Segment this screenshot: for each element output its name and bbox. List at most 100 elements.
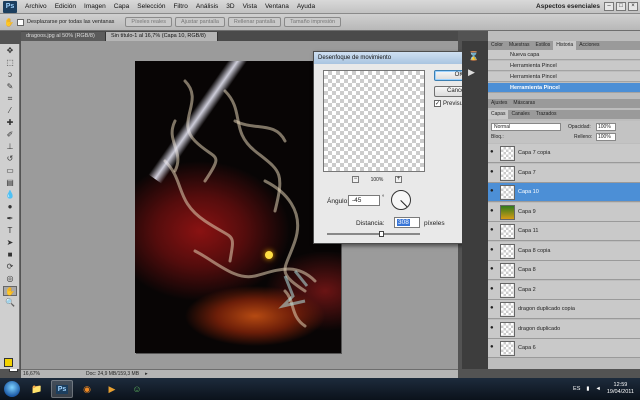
- menu-filtro[interactable]: Filtro: [169, 3, 191, 10]
- lasso-tool-icon[interactable]: ↄ: [3, 70, 17, 80]
- volume-icon[interactable]: ◄: [595, 386, 600, 392]
- actions-panel-icon[interactable]: ▶: [468, 67, 475, 78]
- move-tool-icon[interactable]: ✥: [3, 46, 17, 56]
- tab-color[interactable]: Color: [488, 41, 506, 50]
- type-tool-icon[interactable]: T: [3, 226, 17, 236]
- angle-dial[interactable]: [391, 190, 411, 210]
- zoom-out-button[interactable]: −: [352, 176, 359, 183]
- visibility-eye-icon[interactable]: ●: [490, 325, 498, 333]
- tab-ajustes[interactable]: Ajustes: [488, 99, 510, 108]
- media-player-icon[interactable]: ▶: [101, 380, 123, 398]
- visibility-eye-icon[interactable]: ●: [490, 227, 498, 235]
- visibility-eye-icon[interactable]: ●: [490, 247, 498, 255]
- layer-row[interactable]: ● dragon duplicado copia: [488, 300, 640, 320]
- actual-pixels-button[interactable]: Píxeles reales: [125, 17, 172, 27]
- pen-tool-icon[interactable]: ✒: [3, 214, 17, 224]
- menu-3d[interactable]: 3D: [222, 3, 238, 10]
- layer-row[interactable]: ● dragon duplicado: [488, 319, 640, 339]
- distance-slider-track[interactable]: [327, 233, 420, 235]
- visibility-eye-icon[interactable]: ●: [490, 149, 498, 157]
- 3d-camera-tool-icon[interactable]: ◎: [3, 274, 17, 284]
- menu-vista[interactable]: Vista: [239, 3, 261, 10]
- eyedropper-tool-icon[interactable]: ⁄: [3, 106, 17, 116]
- chat-icon[interactable]: ☺: [126, 380, 148, 398]
- layer-row[interactable]: ● Capa 6: [488, 339, 640, 359]
- menu-archivo[interactable]: Archivo: [21, 3, 51, 10]
- menu-ventana[interactable]: Ventana: [261, 3, 293, 10]
- blur-tool-icon[interactable]: 💧: [3, 190, 17, 200]
- path-select-tool-icon[interactable]: ➤: [3, 238, 17, 248]
- marquee-tool-icon[interactable]: ⬚: [3, 58, 17, 68]
- tab-historia[interactable]: Historia: [553, 41, 577, 50]
- layer-row[interactable]: ● Capa 2: [488, 280, 640, 300]
- scroll-all-windows-checkbox[interactable]: [16, 18, 24, 26]
- network-icon[interactable]: ▮: [586, 386, 589, 392]
- fill-screen-button[interactable]: Rellenar pantalla: [227, 17, 282, 27]
- document-canvas[interactable]: [135, 61, 341, 353]
- clock[interactable]: 12:59 19/04/2011: [607, 382, 634, 396]
- menu-ayuda[interactable]: Ayuda: [293, 3, 319, 10]
- zoom-in-button[interactable]: +: [394, 176, 402, 183]
- tab-muestras[interactable]: Muestras: [506, 41, 533, 50]
- layer-row[interactable]: ● Capa 8: [488, 261, 640, 281]
- crop-tool-icon[interactable]: ⌗: [3, 94, 17, 104]
- filter-preview[interactable]: [323, 70, 425, 172]
- firefox-icon[interactable]: ◉: [76, 380, 98, 398]
- preview-checkbox[interactable]: ✓: [434, 100, 441, 107]
- language-indicator[interactable]: ES: [573, 386, 580, 392]
- menu-analisis[interactable]: Análisis: [192, 3, 222, 10]
- quick-select-tool-icon[interactable]: ✎: [3, 82, 17, 92]
- history-item[interactable]: Nueva capa: [488, 50, 640, 60]
- print-size-button[interactable]: Tamaño impresión: [284, 17, 342, 27]
- explorer-icon[interactable]: 📁: [26, 380, 48, 398]
- fit-screen-button[interactable]: Ajustar pantalla: [174, 17, 225, 27]
- tab-trazados[interactable]: Trazados: [533, 110, 560, 119]
- angle-input[interactable]: -45: [348, 195, 380, 206]
- 3d-rotate-tool-icon[interactable]: ⟳: [3, 262, 17, 272]
- visibility-eye-icon[interactable]: ●: [490, 188, 498, 196]
- brush-tool-icon[interactable]: ✐: [3, 130, 17, 140]
- layer-row[interactable]: ● Capa 10: [488, 183, 640, 203]
- visibility-eye-icon[interactable]: ●: [490, 266, 498, 274]
- zoom-level[interactable]: 16,67%: [23, 371, 40, 377]
- zoom-tool-icon[interactable]: 🔍: [3, 298, 17, 308]
- layer-row[interactable]: ● Capa 11: [488, 222, 640, 242]
- status-arrow-icon[interactable]: ▸: [145, 371, 148, 377]
- start-button[interactable]: [4, 381, 20, 397]
- tab-dragoos[interactable]: dragoos.jpg al 50% (RGB/8): [21, 32, 106, 41]
- dodge-tool-icon[interactable]: ●: [3, 202, 17, 212]
- clone-stamp-tool-icon[interactable]: ⊥: [3, 142, 17, 152]
- distance-input[interactable]: 308: [394, 217, 420, 228]
- history-brush-tool-icon[interactable]: ↺: [3, 154, 17, 164]
- tab-canales[interactable]: Canales: [508, 110, 532, 119]
- history-item-current[interactable]: Herramienta Pincel: [488, 83, 640, 93]
- visibility-eye-icon[interactable]: ●: [490, 208, 498, 216]
- opacity-input[interactable]: 100%: [596, 123, 616, 131]
- tab-estilos[interactable]: Estilos: [533, 41, 554, 50]
- hand-tool-icon[interactable]: ✋: [3, 286, 17, 296]
- history-item[interactable]: Herramienta Pincel: [488, 61, 640, 71]
- healing-tool-icon[interactable]: ✚: [3, 118, 17, 128]
- minimize-button[interactable]: –: [604, 2, 614, 11]
- tab-acciones[interactable]: Acciones: [576, 41, 602, 50]
- photoshop-taskbar-icon[interactable]: Ps: [51, 380, 73, 398]
- gradient-tool-icon[interactable]: ▤: [3, 178, 17, 188]
- hand-tool-icon[interactable]: ✋: [4, 18, 14, 27]
- history-panel-icon[interactable]: ⌛: [468, 51, 479, 62]
- shape-tool-icon[interactable]: ■: [3, 250, 17, 260]
- workspace-switcher[interactable]: Aspectos esenciales: [536, 3, 604, 10]
- layer-row[interactable]: ● Capa 9: [488, 202, 640, 222]
- menu-edicion[interactable]: Edición: [51, 3, 80, 10]
- foreground-color-swatch[interactable]: [4, 358, 13, 367]
- visibility-eye-icon[interactable]: ●: [490, 169, 498, 177]
- distance-slider-thumb[interactable]: [379, 231, 384, 237]
- tab-sin-titulo-1[interactable]: Sin título-1 al 16,7% (Capa 10, RGB/8): [106, 32, 218, 41]
- tab-mascaras[interactable]: Máscaras: [510, 99, 538, 108]
- tab-capas[interactable]: Capas: [488, 110, 509, 119]
- layer-row[interactable]: ● Capa 7 copia: [488, 144, 640, 164]
- eraser-tool-icon[interactable]: ▭: [3, 166, 17, 176]
- layer-row[interactable]: ● Capa 7: [488, 163, 640, 183]
- visibility-eye-icon[interactable]: ●: [490, 286, 498, 294]
- menu-imagen[interactable]: Imagen: [80, 3, 110, 10]
- visibility-eye-icon[interactable]: ●: [490, 305, 498, 313]
